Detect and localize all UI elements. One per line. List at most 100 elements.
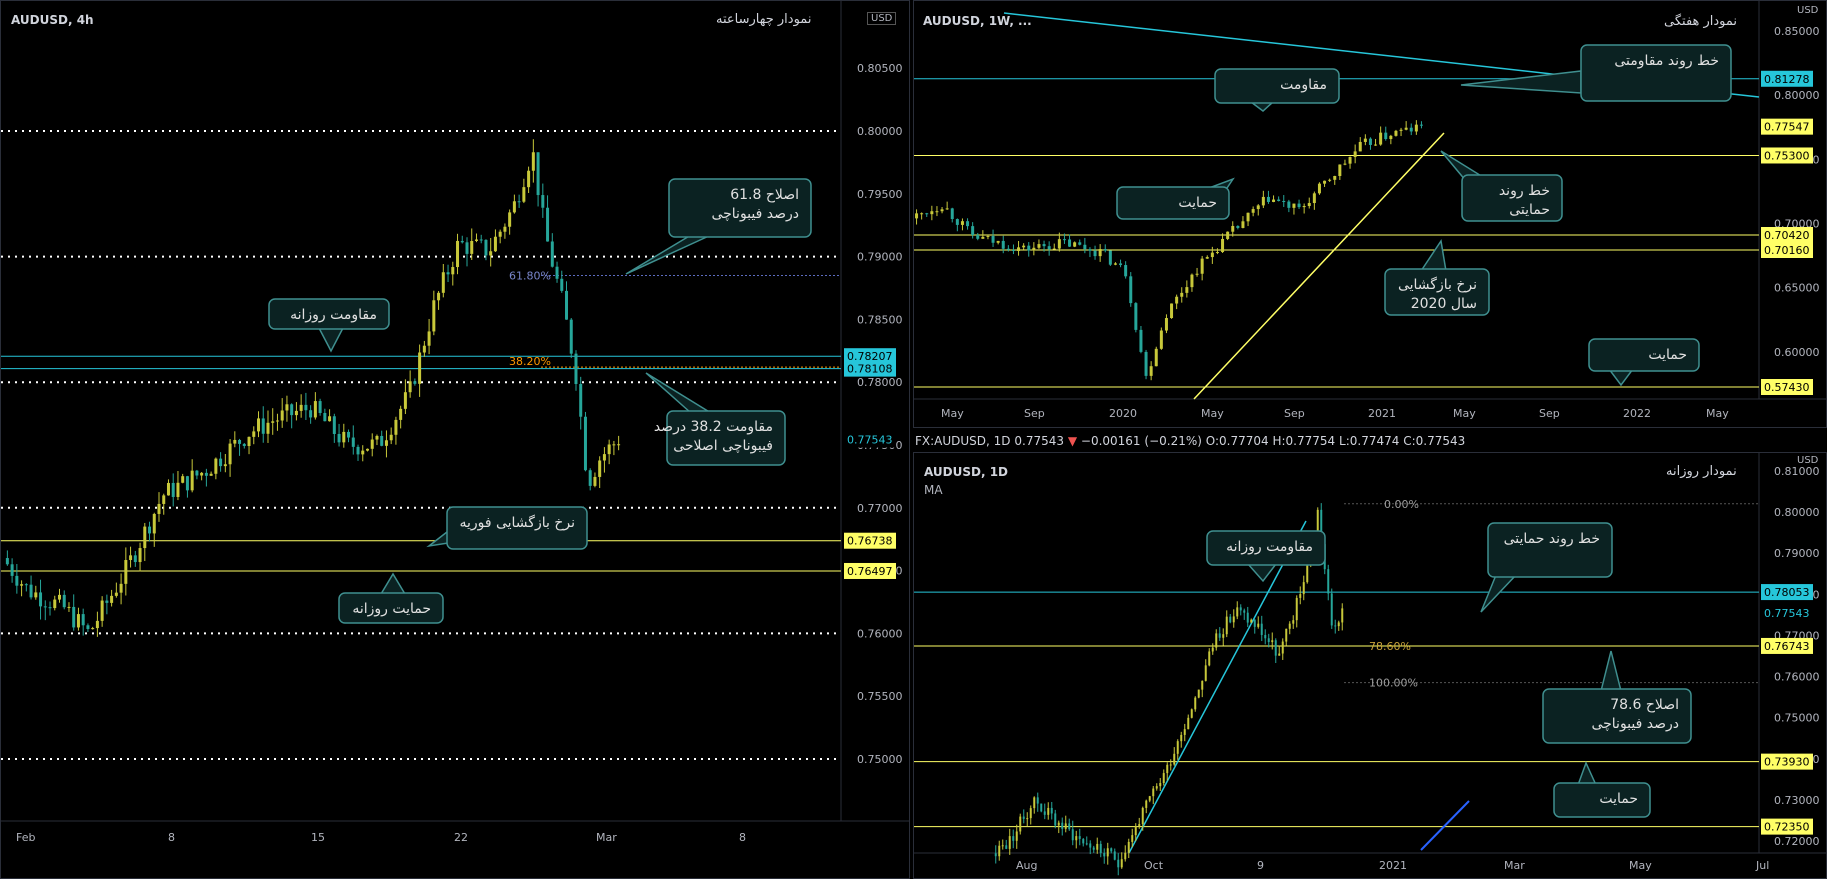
w1-candle (915, 213, 919, 219)
callout-open-2020-text: نرخ بازگشایی (1398, 276, 1477, 293)
y-tick-label: 0.60000 (1774, 346, 1820, 359)
w1-candle (1394, 130, 1398, 136)
currency-badge-daily[interactable]: USD (1794, 455, 1821, 466)
h4-candle (166, 482, 170, 496)
h4-candle (460, 240, 464, 243)
d1-candle (1015, 831, 1018, 841)
h4-candle (148, 526, 152, 534)
callout-fib618-text: درصد فیبوناچی (711, 206, 799, 222)
chart-canvas-weekly[interactable]: 0.850000.800000.750000.700000.650000.600… (914, 1, 1827, 428)
d1-candle (1068, 823, 1071, 830)
h4-candle (129, 555, 133, 561)
x-tick-label: Feb (16, 831, 35, 844)
h4-candle (299, 404, 303, 411)
d1-candle (1120, 859, 1123, 868)
d1-candle (1008, 836, 1011, 849)
info-low: L:0.77474 (1339, 434, 1400, 448)
support-price-value: 0.76738 (847, 535, 893, 548)
currency-badge-weekly[interactable]: USD (1794, 5, 1821, 16)
w1-candle (1404, 127, 1408, 130)
h4-candle (569, 319, 573, 354)
x-tick-label: 15 (311, 831, 325, 844)
w1-candle (976, 234, 980, 239)
w1-candle (1006, 248, 1010, 250)
chart-panel-weekly[interactable]: 0.850000.800000.750000.700000.650000.600… (913, 0, 1827, 428)
h4-candle (361, 450, 365, 455)
h4-candle (380, 435, 384, 446)
h4-candle (29, 584, 33, 598)
h4-candle (384, 440, 388, 446)
chart-canvas-4h[interactable]: 0.80500 0.80000 0.79500 0.79000 0.78500 0.780… (1, 1, 910, 879)
h4-candle (257, 418, 261, 432)
d1-candle (1026, 818, 1029, 820)
y-tick-label: 0.77000 (857, 502, 903, 515)
w1-candle (1068, 239, 1072, 247)
w1-candle (1353, 151, 1357, 158)
h4-candle (451, 267, 455, 275)
w1-candle (1297, 203, 1301, 208)
w1-candle (1251, 209, 1255, 213)
h4-candle (489, 251, 493, 256)
d1-candle (1005, 845, 1008, 849)
d1-candle (1260, 623, 1263, 635)
w1-candle (1333, 176, 1337, 180)
h4-candle (342, 431, 346, 443)
d1-candle (1246, 612, 1249, 623)
callout-daily-resistance-pointer (1246, 563, 1278, 583)
y-tick-label: 0.81000 (1774, 465, 1820, 478)
x-tick-label: 2022 (1623, 407, 1651, 420)
w1-candle (1103, 249, 1107, 251)
chart-canvas-daily[interactable]: 0.810000.800000.790000.780000.770000.760… (914, 453, 1827, 879)
h4-candle (332, 416, 336, 434)
chart-panel-4h[interactable]: 0.80500 0.80000 0.79500 0.79000 0.78500 0.780… (0, 0, 910, 879)
h4-candle (219, 458, 223, 467)
w1-candle (1236, 225, 1240, 228)
d1-candle (1250, 619, 1253, 623)
h4-candle (100, 600, 104, 621)
d1-candle (1113, 851, 1116, 860)
h4-candle (313, 401, 317, 418)
w1-candle (1215, 252, 1219, 254)
w1-candle (1282, 201, 1286, 203)
indicator-label-ma[interactable]: MA (924, 483, 943, 497)
callout-support-trend-text: خط روند حمایتی (1504, 531, 1600, 547)
fib-label: 100.00% (1369, 677, 1418, 690)
w1-candle (935, 211, 939, 213)
h4-candle (541, 195, 545, 208)
w1-candle (1261, 196, 1265, 206)
h4-candle (76, 614, 80, 628)
w1-candle (1170, 303, 1174, 319)
callout-daily-resistance-text: مقاومت روزانه (290, 307, 377, 323)
h4-candle (143, 526, 147, 549)
d1-candle (1131, 835, 1134, 842)
w1-candle (1164, 318, 1168, 331)
d1-candle (1085, 843, 1088, 845)
h4-candle (598, 460, 602, 477)
chart-panel-daily[interactable]: 0.810000.800000.790000.780000.770000.760… (913, 452, 1827, 879)
w1-candle (1119, 263, 1123, 266)
h4-candle (508, 212, 512, 227)
d1-candle (1145, 800, 1148, 808)
current-price-value: 0.77547 (1764, 121, 1810, 134)
support-price-value: 0.70160 (1764, 244, 1810, 257)
h4-candle (512, 201, 516, 213)
currency-badge-4h[interactable]: USD (867, 12, 897, 25)
y-tick-label: 0.80000 (1774, 506, 1820, 519)
h4-candle (15, 575, 19, 586)
w1-candle (1409, 127, 1413, 132)
w1-candle (1134, 303, 1138, 330)
d1-candle (1162, 773, 1165, 784)
callout-open-2020-pointer (1419, 239, 1447, 272)
w1-candle (940, 209, 944, 212)
d1-candle (1029, 808, 1032, 819)
h4-candle (10, 564, 14, 576)
d1-candle (1071, 829, 1074, 841)
w1-candle (1159, 330, 1163, 349)
h4-candle (228, 443, 232, 465)
h4-candle (309, 410, 313, 418)
callout-support-lower-text: حمایت (1648, 347, 1687, 363)
y-tick-label: 0.78000 (857, 376, 903, 389)
callout-fib382-text: فیبوناچی اصلاحی (673, 438, 773, 454)
panel-title-4h: نمودار چهارساعته (716, 12, 812, 27)
d1-candle (1285, 628, 1288, 642)
